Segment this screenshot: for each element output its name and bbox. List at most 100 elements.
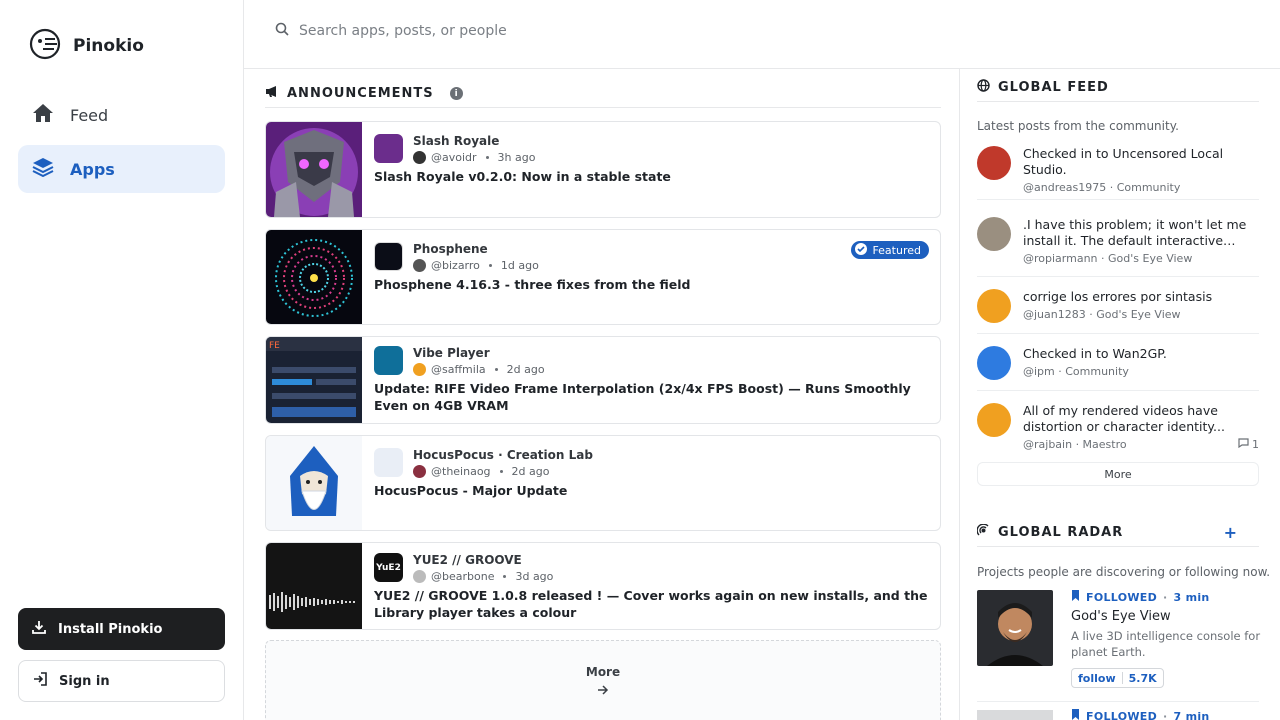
- bookmark-icon: [1071, 709, 1080, 720]
- search-icon: [275, 22, 289, 40]
- add-icon[interactable]: +: [1224, 523, 1238, 542]
- comment-count: 1: [1238, 438, 1259, 451]
- global-radar-title: GLOBAL RADAR: [998, 525, 1124, 540]
- featured-badge: Featured: [851, 241, 929, 259]
- followed-status: FOLLOWED · 7 min: [1071, 709, 1210, 720]
- feed-post-text: corrige los errores por sintasis: [1023, 289, 1213, 304]
- announcement-card[interactable]: HocusPocus · Creation Lab @theinaog 2d a…: [265, 435, 941, 531]
- separator-dot: [485, 156, 489, 159]
- megaphone-icon: [265, 85, 279, 102]
- announcements-more-button[interactable]: More: [265, 640, 941, 720]
- feed-post-author: @rajbain · Maestro: [1023, 438, 1127, 451]
- status-label: FOLLOWED: [1086, 590, 1158, 604]
- global-feed-header: GLOBAL FEED: [977, 74, 1259, 102]
- avatar: [977, 217, 1011, 251]
- avatar: [413, 363, 426, 376]
- separator-dot: [494, 368, 498, 371]
- divider: [1121, 672, 1123, 684]
- feed-post-author: @ropiarmann · God's Eye View: [1023, 252, 1193, 265]
- comment-icon: [1238, 438, 1249, 451]
- announcements-title: ANNOUNCEMENTS: [287, 86, 434, 101]
- announcement-title[interactable]: YUE2 // GROOVE 1.0.8 released ! — Cover …: [374, 587, 928, 621]
- announcement-card[interactable]: YuE2 YUE2 // GROOVE @bearbone 3d ago YUE…: [265, 542, 941, 630]
- avatar: [977, 403, 1011, 437]
- app-name: Vibe Player: [413, 346, 490, 360]
- radar-project-title[interactable]: God's Eye View: [1071, 609, 1261, 624]
- separator-dot: [488, 264, 492, 267]
- slash-royale-app-icon: [374, 134, 403, 163]
- vibe-player-app-icon: [374, 346, 403, 375]
- feed-item[interactable]: Checked in to Wan2GP. @ipm · Community: [977, 346, 1259, 391]
- global-radar-header: GLOBAL RADAR +: [976, 519, 1259, 547]
- right-column: GLOBAL FEED Latest posts from the commun…: [960, 69, 1280, 720]
- feed-post-author: @juan1283 · God's Eye View: [1023, 308, 1181, 321]
- featured-label: Featured: [872, 243, 921, 257]
- author[interactable]: @saffmila: [431, 363, 486, 376]
- brand[interactable]: Pinokio: [29, 28, 144, 64]
- timestamp: 2d ago: [511, 465, 550, 478]
- install-pinokio-button[interactable]: Install Pinokio: [18, 608, 225, 650]
- sidebar-item-apps[interactable]: Apps: [18, 145, 225, 193]
- brand-name: Pinokio: [73, 36, 144, 56]
- announcement-card[interactable]: FE Vibe Player @saffmila 2d ago Update: …: [265, 336, 941, 424]
- arrow-right-icon: [597, 684, 609, 698]
- feed-post-text: .I have this problem; it won't let me in…: [1023, 217, 1247, 248]
- separator-dot: [499, 470, 503, 473]
- pinokio-logo-icon: [29, 28, 61, 64]
- author[interactable]: @avoidr: [431, 151, 477, 164]
- top-bar: [244, 0, 1280, 69]
- announcement-title[interactable]: Phosphene 4.16.3 - three fixes from the …: [374, 276, 928, 293]
- feed-post-text: Checked in to Wan2GP.: [1023, 346, 1167, 361]
- status-time: 7 min: [1173, 709, 1210, 720]
- author[interactable]: @bizarro: [431, 259, 480, 272]
- radar-item[interactable]: FOLLOWED · 7 min: [977, 701, 1259, 720]
- announcement-title[interactable]: Update: RIFE Video Frame Interpolation (…: [374, 380, 928, 414]
- separator-dot: ·: [1163, 590, 1168, 604]
- feed-post-author: @andreas1975 · Community: [1023, 181, 1181, 194]
- radar-thumbnail: [977, 710, 1053, 720]
- follow-label: follow: [1078, 671, 1116, 685]
- feed-post-author: @ipm · Community: [1023, 365, 1129, 378]
- main-column: ANNOUNCEMENTS i Slash Royale @avoidr 3h …: [244, 69, 960, 720]
- app-name: Slash Royale: [413, 134, 500, 148]
- phosphene-app-icon: [374, 242, 403, 271]
- app-name: HocusPocus · Creation Lab: [413, 448, 593, 462]
- home-icon: [32, 103, 54, 127]
- feed-item[interactable]: Checked in to Uncensored Local Studio. @…: [977, 146, 1259, 200]
- phosphene-thumbnail: [266, 230, 362, 324]
- global-radar-subtitle: Projects people are discovering or follo…: [977, 565, 1271, 579]
- author[interactable]: @bearbone: [431, 570, 494, 583]
- separator-dot: [503, 575, 507, 578]
- bookmark-icon: [1071, 590, 1080, 604]
- timestamp: 3h ago: [497, 151, 536, 164]
- global-feed-more-button[interactable]: More: [977, 462, 1259, 486]
- feed-item[interactable]: .I have this problem; it won't let me in…: [977, 217, 1259, 277]
- announcement-card[interactable]: Phosphene @bizarro 1d ago Phosphene 4.16…: [265, 229, 941, 325]
- sidebar-item-feed[interactable]: Feed: [18, 91, 225, 139]
- author[interactable]: @theinaog: [431, 465, 491, 478]
- follow-button[interactable]: follow 5.7K: [1071, 668, 1164, 688]
- avatar: [977, 346, 1011, 380]
- info-icon[interactable]: i: [449, 87, 463, 100]
- vibe-player-thumbnail: FE: [266, 337, 362, 423]
- yue2-thumbnail: [266, 543, 362, 629]
- global-feed-subtitle: Latest posts from the community.: [977, 119, 1179, 133]
- download-icon: [32, 620, 46, 638]
- feed-post-text: Checked in to Uncensored Local Studio.: [1023, 146, 1224, 177]
- follower-count: 5.7K: [1128, 671, 1157, 685]
- sidebar: Pinokio Feed Apps Install Pinokio Sign i…: [0, 0, 244, 720]
- announcement-title[interactable]: HocusPocus - Major Update: [374, 482, 928, 499]
- timestamp: 2d ago: [506, 363, 545, 376]
- feed-item[interactable]: All of my rendered videos have distortio…: [977, 403, 1259, 455]
- sign-in-icon: [33, 672, 47, 690]
- search-input[interactable]: [299, 23, 899, 39]
- hocuspocus-app-icon: [374, 448, 403, 477]
- announcement-title[interactable]: Slash Royale v0.2.0: Now in a stable sta…: [374, 168, 928, 185]
- timestamp: 1d ago: [500, 259, 539, 272]
- feed-item[interactable]: corrige los errores por sintasis @juan12…: [977, 289, 1259, 334]
- search-bar: [275, 22, 899, 40]
- radar-project-description: A live 3D intelligence console for plane…: [1071, 629, 1261, 659]
- announcement-card[interactable]: Slash Royale @avoidr 3h ago Slash Royale…: [265, 121, 941, 218]
- yue2-app-icon: YuE2: [374, 553, 403, 582]
- sign-in-button[interactable]: Sign in: [18, 660, 225, 702]
